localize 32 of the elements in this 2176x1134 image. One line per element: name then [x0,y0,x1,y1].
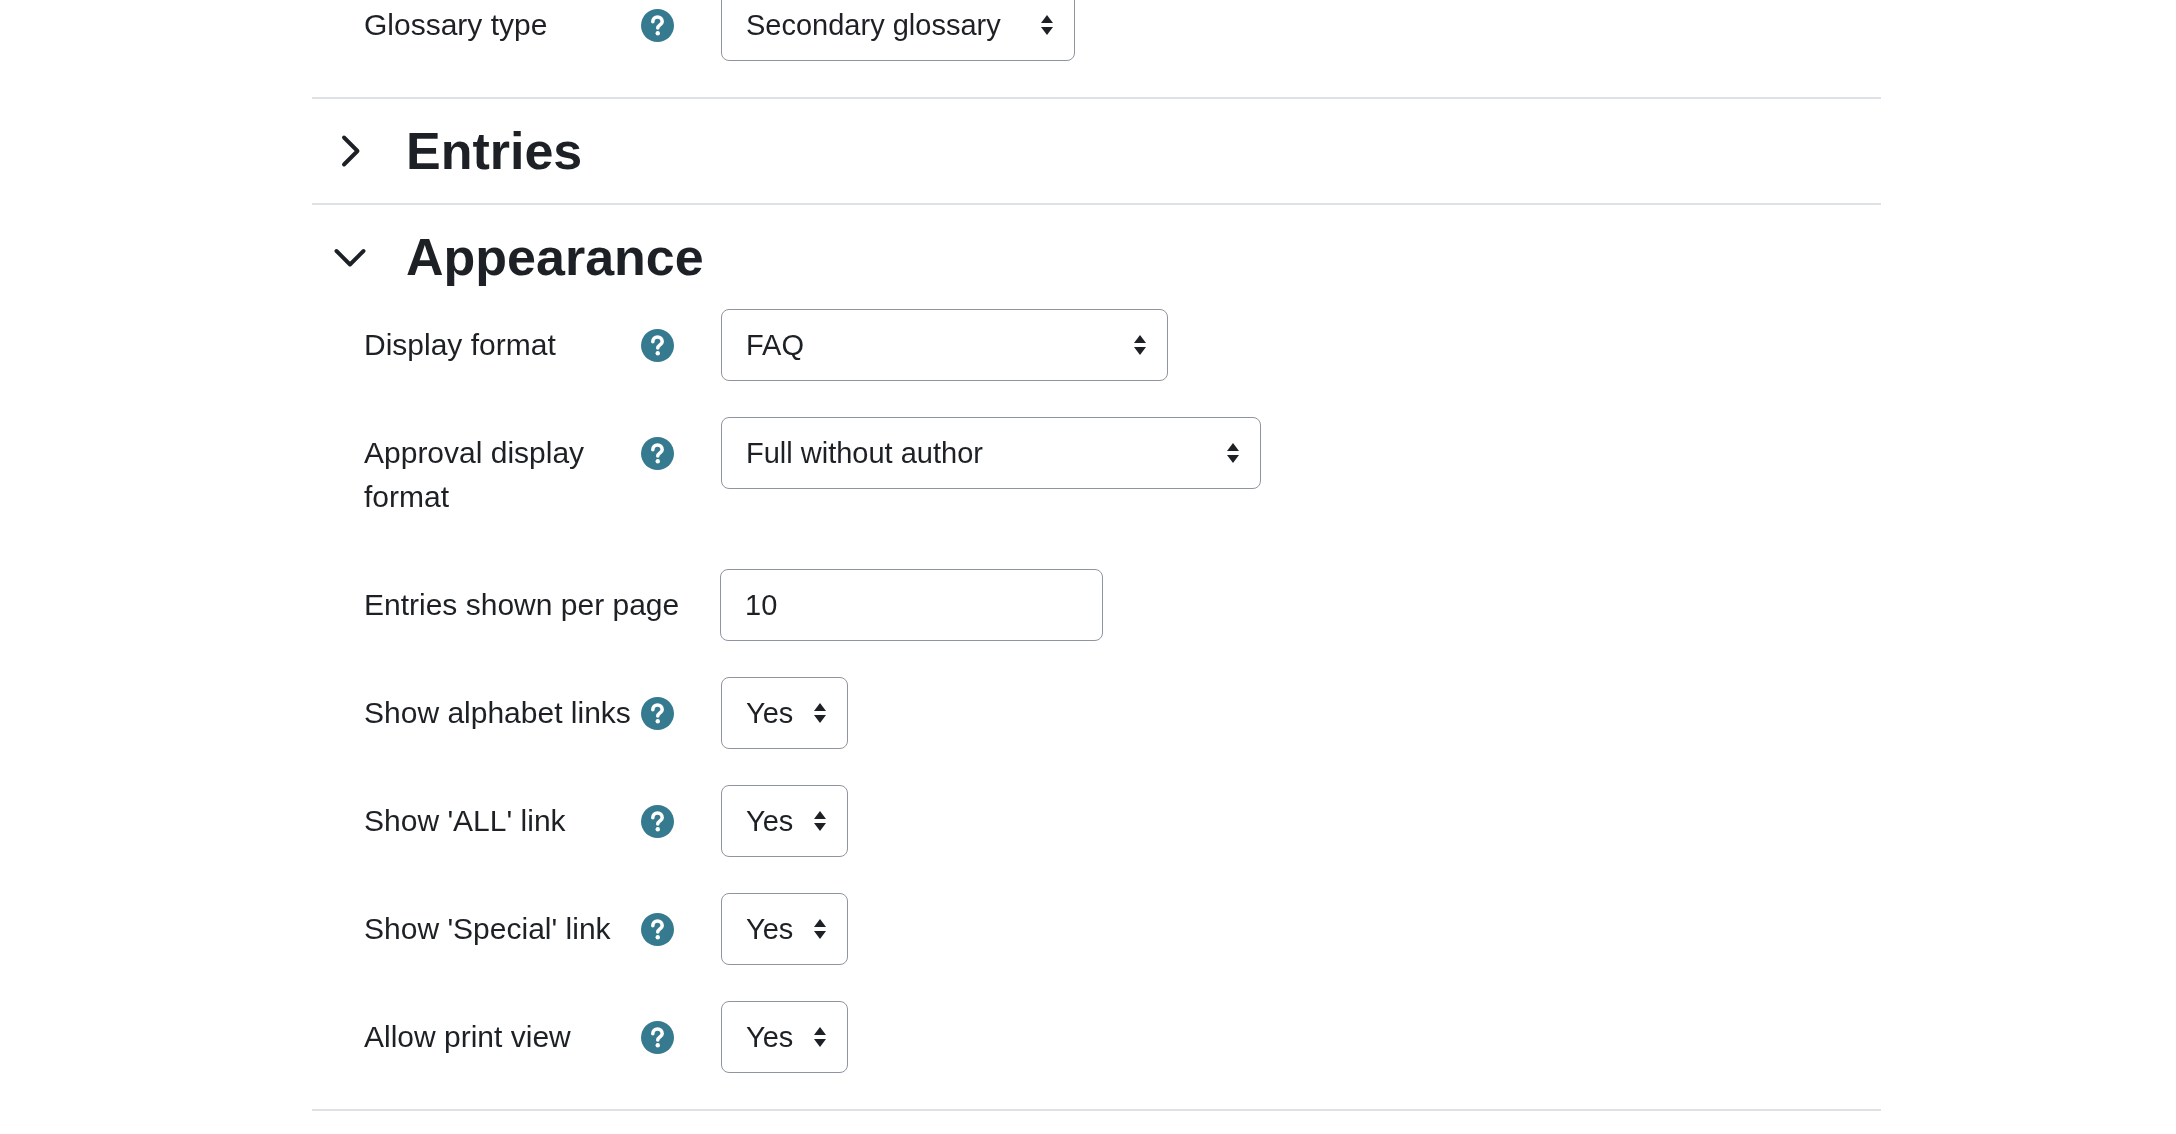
field-label: Allow print view [363,1019,572,1055]
select-field[interactable]: Secondary glossary [721,0,1075,61]
section-heading: Entries [406,121,583,181]
help-icon[interactable] [641,805,674,838]
sort-caret-icon [1133,334,1147,356]
sort-caret-icon [1226,442,1240,464]
select-field[interactable]: Yes [721,1001,849,1073]
field-label: Approval display format [363,435,586,515]
sort-caret-icon [813,810,828,832]
field-label: Show 'ALL' link [363,803,567,839]
select-field[interactable]: Yes [721,893,849,965]
help-icon[interactable] [641,697,674,730]
text-field[interactable]: 10 [720,569,1103,641]
field-label: Entries shown per page [363,587,681,623]
select-field[interactable]: Yes [721,677,849,749]
select-field[interactable]: Full without author [721,417,1261,489]
sort-caret-icon [1040,14,1054,36]
select-field[interactable]: Yes [721,785,849,857]
help-icon[interactable] [641,329,674,362]
help-icon[interactable] [641,437,674,470]
field-label: Show alphabet links [363,695,632,731]
field-label: Glossary type [363,7,549,43]
help-icon[interactable] [641,913,674,946]
field-label: Show 'Special' link [363,911,612,947]
sort-caret-icon [813,918,828,940]
help-icon[interactable] [641,1021,674,1054]
help-icon[interactable] [641,9,674,42]
field-label: Display format [363,327,557,363]
select-field[interactable]: FAQ [721,309,1168,381]
section-heading: Appearance [406,227,704,287]
sort-caret-icon [813,702,828,724]
sort-caret-icon [813,1026,828,1048]
